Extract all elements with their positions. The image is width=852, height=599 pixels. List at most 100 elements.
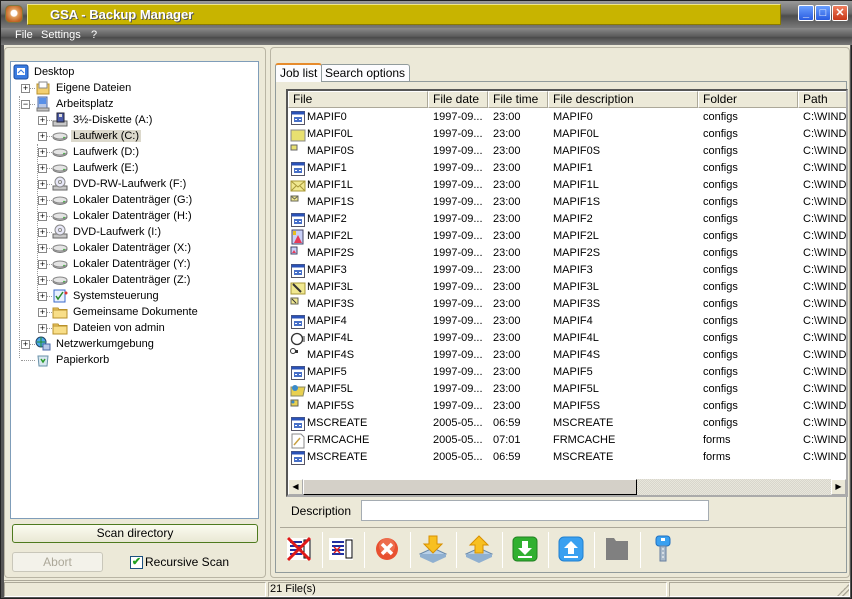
table-row[interactable]: MAPIF5S 1997-09... 23:00 MAPIF5S configs C:\W… [288, 398, 847, 415]
table-row[interactable]: MAPIF2S 1997-09... 23:00 MAPIF2S configs C:\W… [288, 245, 846, 262]
table-row[interactable]: MAPIF3L 1997-09... 23:00 MAPIF3L configs C:\W… [288, 279, 846, 296]
tree-item[interactable]: Arbeitsplatz [35, 96, 115, 112]
file-list[interactable]: MAPIF0 1997-09... 23:00 MAPIF0 configs C:\WIN… [286, 89, 848, 497]
resize-grip[interactable] [837, 584, 849, 596]
horizontal-scrollbar[interactable]: ◀ ▶ [288, 479, 846, 495]
recursive-scan-checkbox[interactable]: ✔ [130, 556, 143, 569]
cell-time: 23:00 [493, 111, 521, 123]
tree-item[interactable]: DVD-Laufwerk (I:) [52, 224, 163, 240]
tree-item[interactable]: DVD-RW-Laufwerk (F:) [52, 176, 188, 192]
tree-item[interactable]: Laufwerk (C:) [52, 128, 142, 144]
tree-item[interactable]: Lokaler Datenträger (Y:) [52, 256, 192, 272]
table-row[interactable]: MAPIF5 1997-09... 23:00 MAPIF5 configs C:\WIN… [288, 364, 846, 381]
cell-time: 06:59 [493, 417, 521, 429]
tree-item[interactable]: Papierkorb [35, 352, 111, 368]
collapse-icon[interactable]: − [21, 100, 30, 109]
table-row[interactable]: MAPIF4 1997-09... 23:00 MAPIF4 configs C:\WIN… [288, 313, 846, 330]
column-file-description-header[interactable]: File description [548, 91, 698, 108]
table-row[interactable]: MAPIF3S 1997-09... 23:00 MAPIF3S configs C:\W… [288, 296, 846, 313]
abort-button[interactable]: Abort [12, 552, 103, 572]
restore-button[interactable] [418, 534, 452, 566]
column-file-header[interactable]: File [288, 91, 428, 108]
remove-entry-button[interactable] [326, 534, 360, 566]
table-row[interactable]: MAPIF1S 1997-09... 23:00 MAPIF1S configs C:\W… [288, 194, 846, 211]
tree-item[interactable]: Laufwerk (E:) [52, 160, 140, 176]
table-row[interactable]: MAPIF1 1997-09... 23:00 MAPIF1 configs C:\WIN… [288, 160, 846, 177]
title-bar[interactable]: GSA - Backup Manager _ □ ✕ [1, 1, 852, 28]
expand-icon[interactable]: + [38, 324, 47, 333]
table-row[interactable]: FRMCACHE 2005-05... 07:01 FRMCACHE forms C:\W… [288, 432, 846, 449]
expand-icon[interactable]: + [38, 132, 47, 141]
delete-button[interactable] [372, 534, 406, 566]
expand-icon[interactable]: + [38, 260, 47, 269]
table-row[interactable]: MAPIF2 1997-09... 23:00 MAPIF2 configs C:\WIN… [288, 211, 846, 228]
close-button[interactable]: ✕ [832, 5, 848, 21]
tree-item[interactable]: Eigene Dateien [35, 80, 133, 96]
clear-list-button[interactable] [284, 534, 318, 566]
expand-icon[interactable]: + [38, 180, 47, 189]
column-folder-header[interactable]: Folder [698, 91, 798, 108]
tree-item[interactable]: Gemeinsame Dokumente [52, 304, 200, 320]
tree-item[interactable]: Desktop [13, 64, 76, 80]
column-file-time-header[interactable]: File time [488, 91, 548, 108]
expand-icon[interactable]: + [38, 196, 47, 205]
cell-desc: MAPIF2L [553, 230, 599, 242]
key-button[interactable] [648, 534, 682, 566]
expand-icon[interactable]: + [38, 212, 47, 221]
import-button[interactable] [510, 534, 544, 566]
expand-icon[interactable]: + [38, 292, 47, 301]
tab-search-options[interactable]: Search options [320, 64, 411, 82]
expand-icon[interactable]: + [21, 340, 30, 349]
table-row[interactable]: MAPIF4S 1997-09... 23:00 MAPIF4S configs C:\W… [288, 347, 846, 364]
tree-item[interactable]: Dateien von admin [52, 320, 167, 336]
minimize-button[interactable]: _ [798, 5, 814, 21]
tree-item[interactable]: Systemsteuerung [52, 288, 161, 304]
expand-icon[interactable]: + [38, 276, 47, 285]
expand-icon[interactable]: + [38, 164, 47, 173]
menu-settings[interactable]: Settings [41, 29, 81, 41]
tree-item[interactable]: Netzwerkumgebung [35, 336, 156, 352]
table-row[interactable]: MSCREATE 2005-05... 06:59 MSCREATE forms C:\W… [288, 449, 846, 466]
export-button[interactable] [556, 534, 590, 566]
menu-file[interactable]: File [15, 29, 33, 41]
table-row[interactable]: MAPIF0L 1997-09... 23:00 MAPIF0L configs C:\W… [288, 126, 846, 143]
table-row[interactable]: MAPIF2L 1997-09... 23:00 MAPIF2L configs C:\W… [288, 228, 846, 245]
table-row[interactable]: MAPIF0 1997-09... 23:00 MAPIF0 configs C:\WIN… [288, 109, 846, 126]
expand-icon[interactable]: + [38, 308, 47, 317]
column-file-date-header[interactable]: File date [428, 91, 488, 108]
expand-icon[interactable]: + [38, 116, 47, 125]
description-input[interactable] [361, 500, 709, 521]
expand-icon[interactable]: + [38, 228, 47, 237]
hard-drive-icon [52, 240, 68, 256]
expand-icon[interactable]: + [38, 244, 47, 253]
expand-icon[interactable]: + [38, 148, 47, 157]
table-row[interactable]: MAPIF1L 1997-09... 23:00 MAPIF1L configs C:\W… [288, 177, 846, 194]
menu-help[interactable]: ? [91, 29, 97, 41]
folder-button[interactable] [602, 534, 636, 566]
cell-path: C:\WIND [803, 400, 847, 412]
scroll-right-button[interactable]: ▶ [831, 479, 846, 495]
tree-item[interactable]: Laufwerk (D:) [52, 144, 141, 160]
app-icon[interactable] [5, 5, 23, 23]
table-row[interactable]: MAPIF3 1997-09... 23:00 MAPIF3 configs C:\WIN… [288, 262, 846, 279]
tree-item[interactable]: Lokaler Datenträger (H:) [52, 208, 194, 224]
tree-item[interactable]: Lokaler Datenträger (X:) [52, 240, 193, 256]
table-row[interactable]: MAPIF4L 1997-09... 23:00 MAPIF4L configs C:\W… [288, 330, 846, 347]
tree-item[interactable]: Lokaler Datenträger (G:) [52, 192, 194, 208]
scroll-left-button[interactable]: ◀ [288, 479, 303, 495]
table-row[interactable]: MAPIF0S 1997-09... 23:00 MAPIF0S configs C:\W… [288, 143, 846, 160]
scan-directory-button[interactable]: Scan directory [12, 524, 258, 543]
recursive-scan-label[interactable]: Recursive Scan [145, 555, 229, 569]
tree-item[interactable]: Lokaler Datenträger (Z:) [52, 272, 192, 288]
maximize-button[interactable]: □ [815, 5, 831, 21]
column-path-header[interactable]: Path [798, 91, 846, 108]
scroll-thumb[interactable] [303, 479, 637, 495]
table-row[interactable]: MAPIF5L 1997-09... 23:00 MAPIF5L configs C:\W… [288, 381, 846, 398]
folder-tree[interactable]: Desktop + Eigene Dateien − Arbeitsplatz +3½-D… [10, 61, 259, 519]
table-row[interactable]: MSCREATE 2005-05... 06:59 MSCREATE configs C:… [288, 415, 846, 432]
backup-button[interactable] [464, 534, 498, 566]
tab-job-list[interactable]: Job list [275, 63, 323, 82]
shared-folder-small-icon [290, 399, 305, 414]
tree-item[interactable]: 3½-Diskette (A:) [52, 112, 154, 128]
expand-icon[interactable]: + [21, 84, 30, 93]
